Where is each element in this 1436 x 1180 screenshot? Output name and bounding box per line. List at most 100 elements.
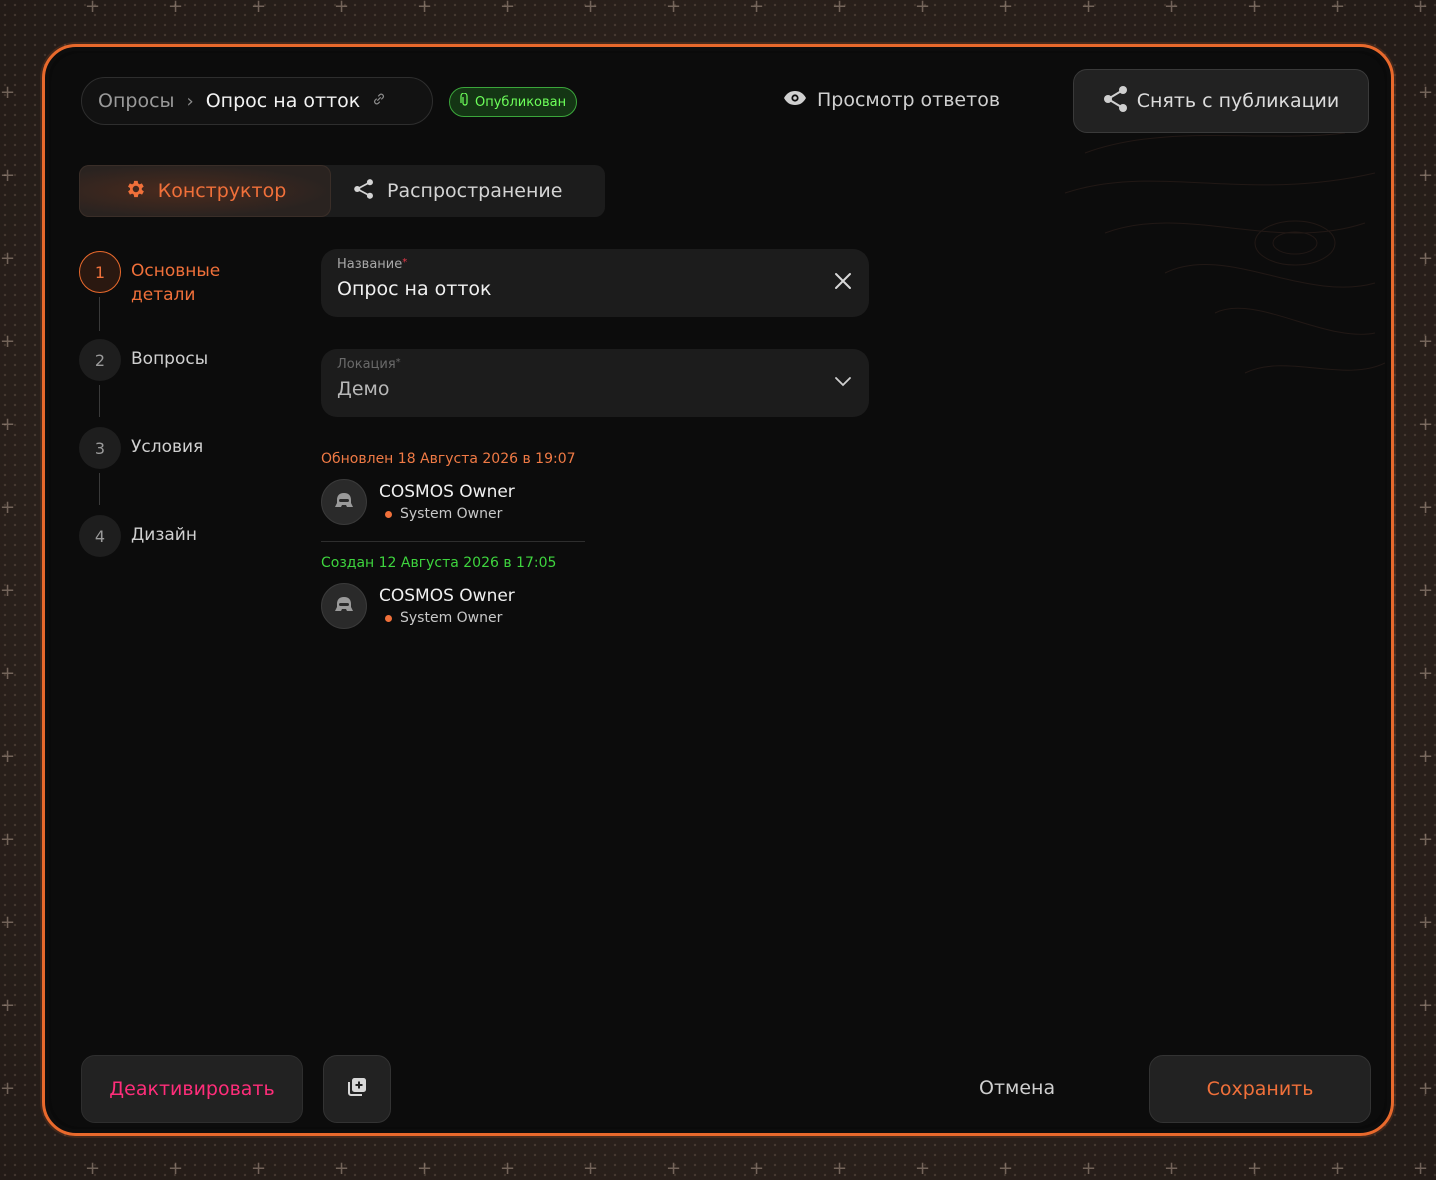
plus-decoration: + [998,0,1014,17]
location-value: Демо [337,378,390,400]
plus-decoration: + [1413,1158,1429,1179]
step-number: 3 [79,427,121,469]
updated-by-user: COSMOS Owner System Owner [321,479,515,525]
plus-decoration: + [915,1158,931,1179]
topographic-decoration [1064,132,1385,374]
location-select[interactable]: Локация* Демо [321,349,869,417]
plus-decoration: + [1418,829,1434,850]
chevron-down-icon[interactable] [833,371,853,395]
user-role-text: System Owner [400,506,503,522]
breadcrumb-root[interactable]: Опросы [98,90,175,112]
plus-decoration: + [500,1158,516,1179]
name-input[interactable]: Опрос на отток [337,278,853,300]
plus-decoration: + [0,82,16,103]
share-icon [353,178,375,205]
plus-decoration: + [583,0,599,17]
plus-decoration: + [0,414,16,435]
tab-distribution[interactable]: Распространение [331,165,584,217]
plus-decoration: + [1418,248,1434,269]
plus-decoration: + [1247,1158,1263,1179]
plus-decoration: + [1418,165,1434,186]
step-label: Вопросы [131,349,209,369]
step-connector [99,473,100,505]
share-icon [1103,85,1129,117]
breadcrumb-current: Опрос на отток [205,90,361,112]
close-icon[interactable] [833,271,853,295]
breadcrumb: Опросы › Опрос на отток [81,77,433,125]
status-badge-label: Опубликован [475,94,567,110]
plus-decoration: + [168,0,184,17]
plus-decoration: + [417,1158,433,1179]
plus-decoration: + [0,746,16,767]
plus-decoration: + [998,1158,1014,1179]
step-design[interactable]: 4 Дизайн [79,515,197,557]
name-field[interactable]: Название* Опрос на отток [321,249,869,317]
updated-date: Обновлен 18 Августа 2026 в 19:07 [321,451,576,467]
step-label: Дизайн [131,525,197,545]
plus-decoration: + [0,829,16,850]
eye-icon [783,89,807,111]
gear-icon [124,178,146,205]
plus-decoration: + [85,0,101,17]
user-role: System Owner [379,506,515,522]
plus-decoration: + [832,1158,848,1179]
plus-decoration: + [251,0,267,17]
created-date: Создан 12 Августа 2026 в 17:05 [321,555,557,571]
tab-bar: Конструктор Распространение [79,165,605,217]
plus-decoration: + [0,912,16,933]
chevron-right-icon: › [186,90,194,112]
name-label-text: Название [337,257,403,272]
plus-decoration: + [1418,331,1434,352]
plus-decoration: + [0,663,16,684]
plus-decoration: + [1418,497,1434,518]
step-number: 1 [79,251,121,293]
plus-decoration: + [1418,663,1434,684]
user-name: COSMOS Owner [379,482,515,502]
location-label-text: Локация [337,357,396,372]
plus-decoration: + [1247,0,1263,17]
plus-decoration: + [1418,912,1434,933]
plus-decoration: + [749,1158,765,1179]
plus-decoration: + [334,1158,350,1179]
step-connector [99,385,100,417]
plus-decoration: + [0,331,16,352]
divider [321,541,585,542]
avatar [321,479,367,525]
plus-decoration: + [832,0,848,17]
step-label: Условия [131,437,204,457]
cancel-button[interactable]: Отмена [979,1077,1055,1099]
step-number: 2 [79,339,121,381]
plus-decoration: + [666,0,682,17]
plus-decoration: + [0,165,16,186]
tab-distribution-label: Распространение [387,180,563,202]
unpublish-label: Снять с публикации [1136,90,1340,112]
plus-decoration: + [1413,0,1429,17]
view-answers-button[interactable]: Просмотр ответов [783,89,1000,111]
status-dot [385,510,392,518]
tab-constructor[interactable]: Конструктор [79,165,331,217]
plus-decoration: + [0,248,16,269]
user-name: COSMOS Owner [379,586,515,606]
avatar [321,583,367,629]
copy-add-icon [345,1075,369,1103]
plus-decoration: + [583,1158,599,1179]
plus-decoration: + [1330,0,1346,17]
step-connector [99,297,100,331]
user-role-text: System Owner [400,610,503,626]
plus-decoration: + [500,0,516,17]
plus-decoration: + [749,0,765,17]
step-conditions[interactable]: 3 Условия [79,427,203,469]
link-icon[interactable] [372,92,386,110]
duplicate-button[interactable] [323,1055,391,1123]
step-questions[interactable]: 2 Вопросы [79,339,208,381]
plus-decoration: + [0,580,16,601]
step-basic-details[interactable]: 1 Основные детали [79,251,241,307]
deactivate-button[interactable]: Деактивировать [81,1055,303,1123]
name-field-label: Название* [337,257,853,272]
user-role: System Owner [379,610,515,626]
save-button[interactable]: Сохранить [1149,1055,1371,1123]
survey-editor-window: Опросы › Опрос на отток Опубликован Прос… [42,44,1394,1136]
plus-decoration: + [1418,82,1434,103]
step-number: 4 [79,515,121,557]
unpublish-button[interactable]: Снять с публикации [1073,69,1369,133]
